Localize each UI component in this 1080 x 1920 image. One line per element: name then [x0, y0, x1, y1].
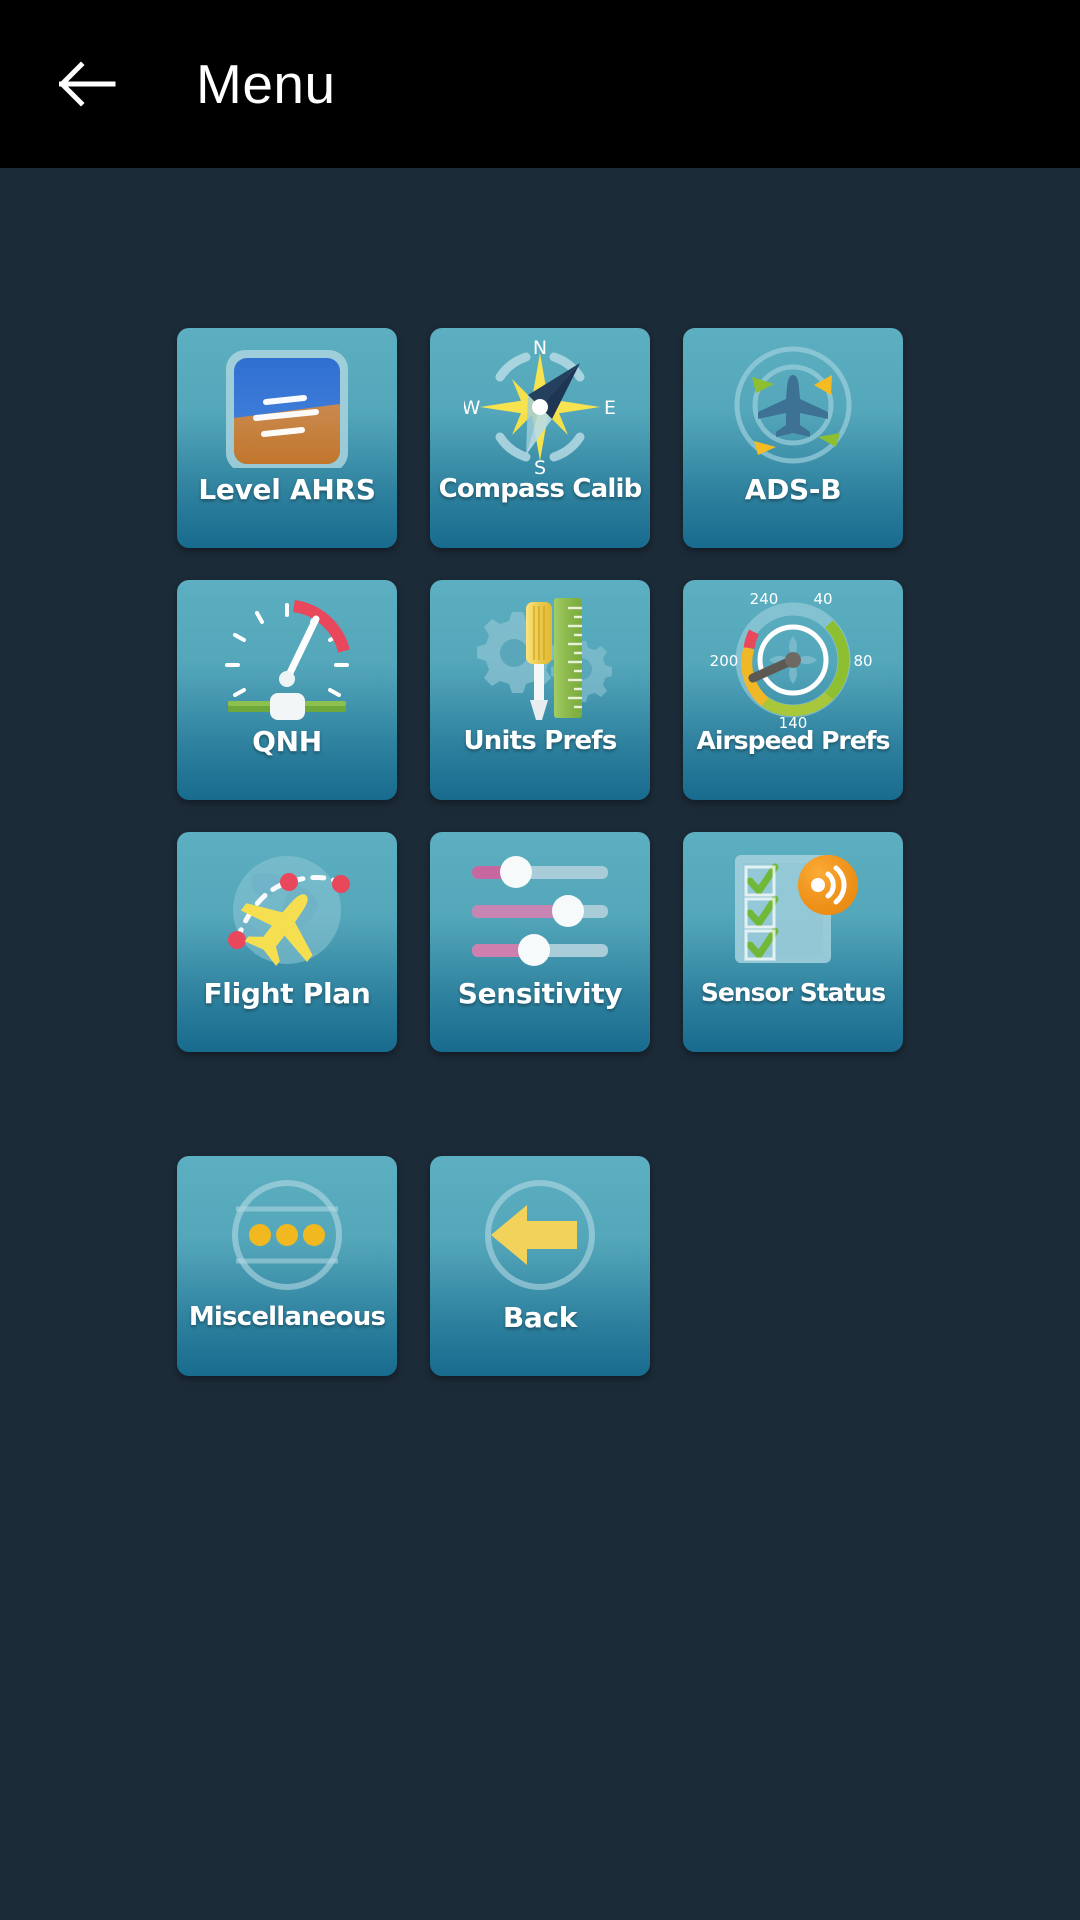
globe-route-plane-icon	[177, 832, 397, 984]
menu-tile-miscellaneous[interactable]: Miscellaneous	[177, 1156, 397, 1376]
tile-label: QNH	[252, 725, 322, 758]
tile-label: Back	[502, 1301, 578, 1334]
compass-label-n: N	[533, 337, 547, 359]
arrow-left-big-icon	[430, 1156, 650, 1308]
airspeed-tick-200: 200	[710, 652, 739, 670]
attitude-indicator-icon	[177, 328, 397, 480]
ruler-screwdriver-gears-icon	[430, 580, 650, 732]
airspeed-tick-80: 80	[853, 652, 872, 670]
tile-label: Flight Plan	[203, 977, 371, 1010]
checklist-signal-icon	[683, 832, 903, 984]
sliders-icon	[430, 832, 650, 984]
back-button[interactable]	[48, 44, 128, 124]
app-bar: Menu	[0, 0, 1080, 168]
altimeter-slider-icon	[177, 580, 397, 732]
tile-label: Miscellaneous	[188, 1302, 386, 1332]
ellipsis-circle-icon	[177, 1156, 397, 1308]
tile-label: Units Prefs	[463, 726, 618, 756]
radar-traffic-icon	[683, 328, 903, 480]
tile-label: Airspeed Prefs	[696, 726, 891, 755]
menu-tile-back[interactable]: Back	[430, 1156, 650, 1376]
tile-label: Compass Calib	[438, 474, 643, 504]
compass-label-e: E	[604, 397, 616, 419]
grid-row-gap	[177, 1084, 903, 1124]
arrow-left-icon	[59, 61, 117, 107]
tile-label: ADS-B	[744, 473, 842, 506]
compass-label-w: W	[464, 397, 481, 419]
menu-tile-compass-calib[interactable]: N E S W Compass Calib	[430, 328, 650, 548]
tile-label: Sensitivity	[457, 977, 623, 1010]
airspeed-gauge-icon: 240 40 200 80 140	[683, 580, 903, 732]
tile-label: Level AHRS	[198, 473, 376, 506]
compass-rose-icon: N E S W	[430, 328, 650, 480]
tile-label: Sensor Status	[700, 978, 886, 1007]
menu-tile-ads-b[interactable]: ADS-B	[683, 328, 903, 548]
menu-tile-flight-plan[interactable]: Flight Plan	[177, 832, 397, 1052]
airspeed-tick-240: 240	[750, 590, 779, 608]
menu-tile-sensitivity[interactable]: Sensitivity	[430, 832, 650, 1052]
menu-tile-units-prefs[interactable]: Units Prefs	[430, 580, 650, 800]
page-title: Menu	[196, 53, 336, 115]
airspeed-tick-40: 40	[813, 590, 832, 608]
menu-tile-qnh[interactable]: QNH	[177, 580, 397, 800]
menu-tile-sensor-status[interactable]: Sensor Status	[683, 832, 903, 1052]
menu-tile-airspeed-prefs[interactable]: 240 40 200 80 140 Airspeed Prefs	[683, 580, 903, 800]
menu-grid: Level AHRS N E S W Compass Calib ADS-B Q…	[0, 168, 1080, 1376]
menu-tile-level-ahrs[interactable]: Level AHRS	[177, 328, 397, 548]
